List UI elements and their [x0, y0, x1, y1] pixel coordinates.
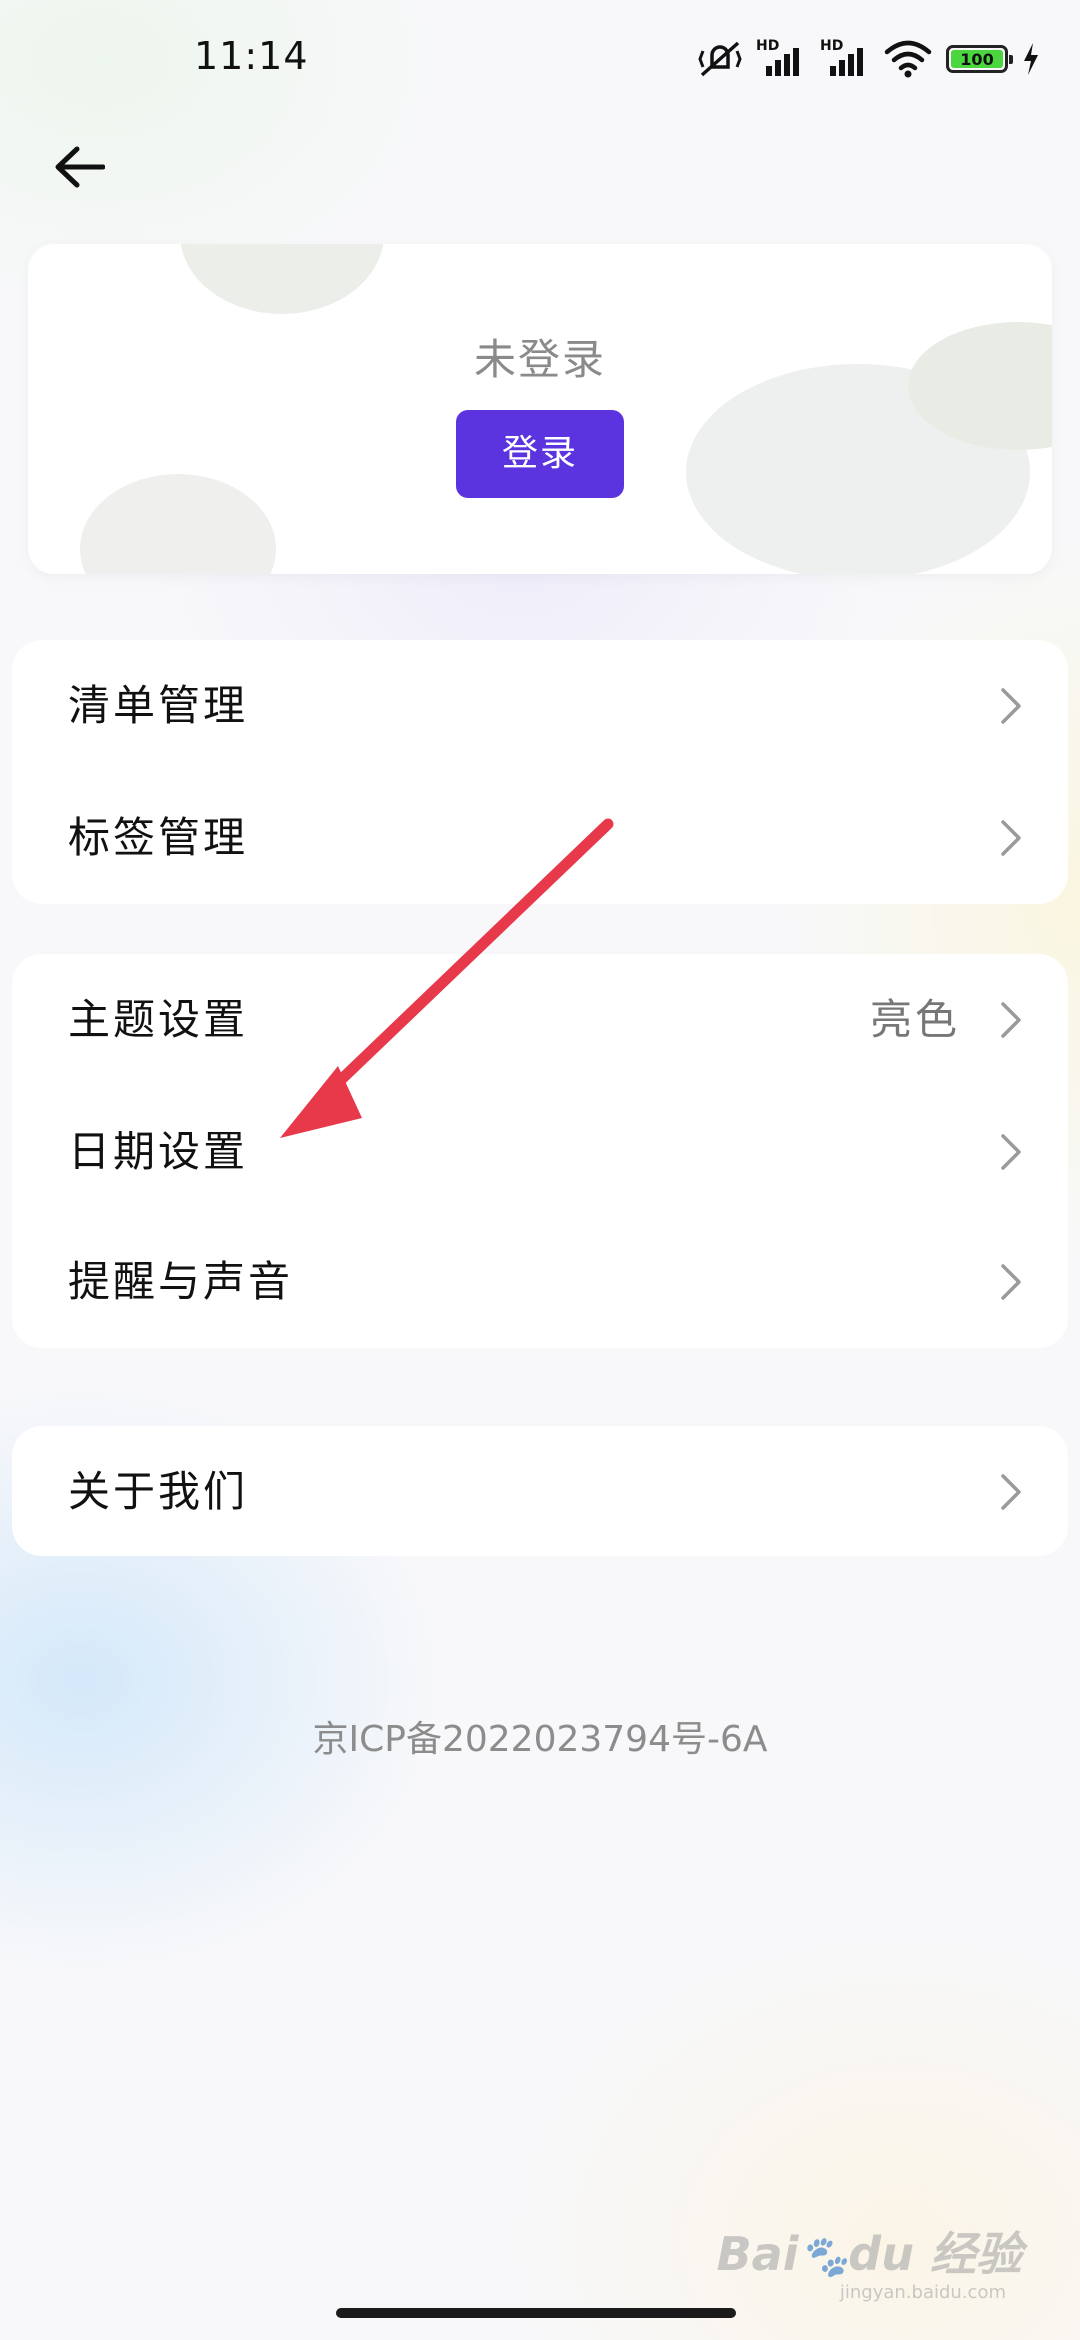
arrow-left-icon [55, 146, 105, 188]
menu-item-label: 提醒与声音 [68, 1257, 294, 1306]
menu-item-label: 日期设置 [68, 1127, 249, 1176]
chevron-right-icon [1001, 1474, 1021, 1510]
chevron-right-icon [1001, 688, 1021, 724]
battery-icon: 100 [946, 45, 1013, 73]
icp-license-text: 京ICP备2022023794号-6A [312, 1719, 768, 1760]
watermark-url: jingyan.baidu.com [839, 2282, 1006, 2303]
menu-item-label: 主题设置 [68, 995, 249, 1044]
menu-item-about-us[interactable]: 关于我们 [12, 1426, 1068, 1558]
menu-item-reminders-sound[interactable]: 提醒与声音 [12, 1216, 1068, 1348]
baidu-watermark: Bai🐾du 经验 [716, 2227, 1022, 2281]
theme-value: 亮色 [869, 995, 960, 1044]
cellular-signal-icon-1: HD [756, 38, 806, 80]
login-button[interactable]: 登录 [456, 410, 624, 498]
chevron-right-icon [1001, 1264, 1021, 1300]
menu-item-label: 关于我们 [68, 1467, 249, 1516]
wifi-icon [884, 40, 932, 78]
menu-item-list-management[interactable]: 清单管理 [12, 640, 1068, 772]
menu-item-label: 标签管理 [68, 813, 249, 862]
menu-item-label: 清单管理 [68, 681, 249, 730]
decorative-blob [180, 244, 384, 314]
status-icons: HD HD 100 [698, 36, 1040, 82]
chevron-right-icon [1001, 1134, 1021, 1170]
menu-group-lists: 清单管理 标签管理 [12, 640, 1068, 904]
chevron-right-icon [1001, 820, 1021, 856]
cellular-signal-icon-2: HD [820, 38, 870, 80]
menu-item-tag-management[interactable]: 标签管理 [12, 772, 1068, 904]
menu-group-about: 关于我们 [12, 1426, 1068, 1556]
login-status-text: 未登录 [473, 335, 606, 384]
back-button[interactable] [44, 132, 114, 202]
status-time: 11:14 [194, 34, 309, 78]
menu-group-settings: 主题设置 亮色 日期设置 提醒与声音 [12, 954, 1068, 1348]
login-card: 未登录 登录 [28, 244, 1052, 574]
menu-item-theme-settings[interactable]: 主题设置 亮色 [12, 954, 1068, 1086]
decorative-blob [80, 474, 276, 574]
battery-level: 100 [951, 50, 1003, 69]
menu-item-date-settings[interactable]: 日期设置 [12, 1086, 1068, 1218]
status-bar: 11:14 HD HD 100 [0, 0, 1080, 120]
chevron-right-icon [1001, 1002, 1021, 1038]
charging-bolt-icon [1024, 43, 1038, 75]
home-indicator[interactable] [336, 2308, 736, 2318]
mute-vibrate-icon [698, 41, 742, 77]
